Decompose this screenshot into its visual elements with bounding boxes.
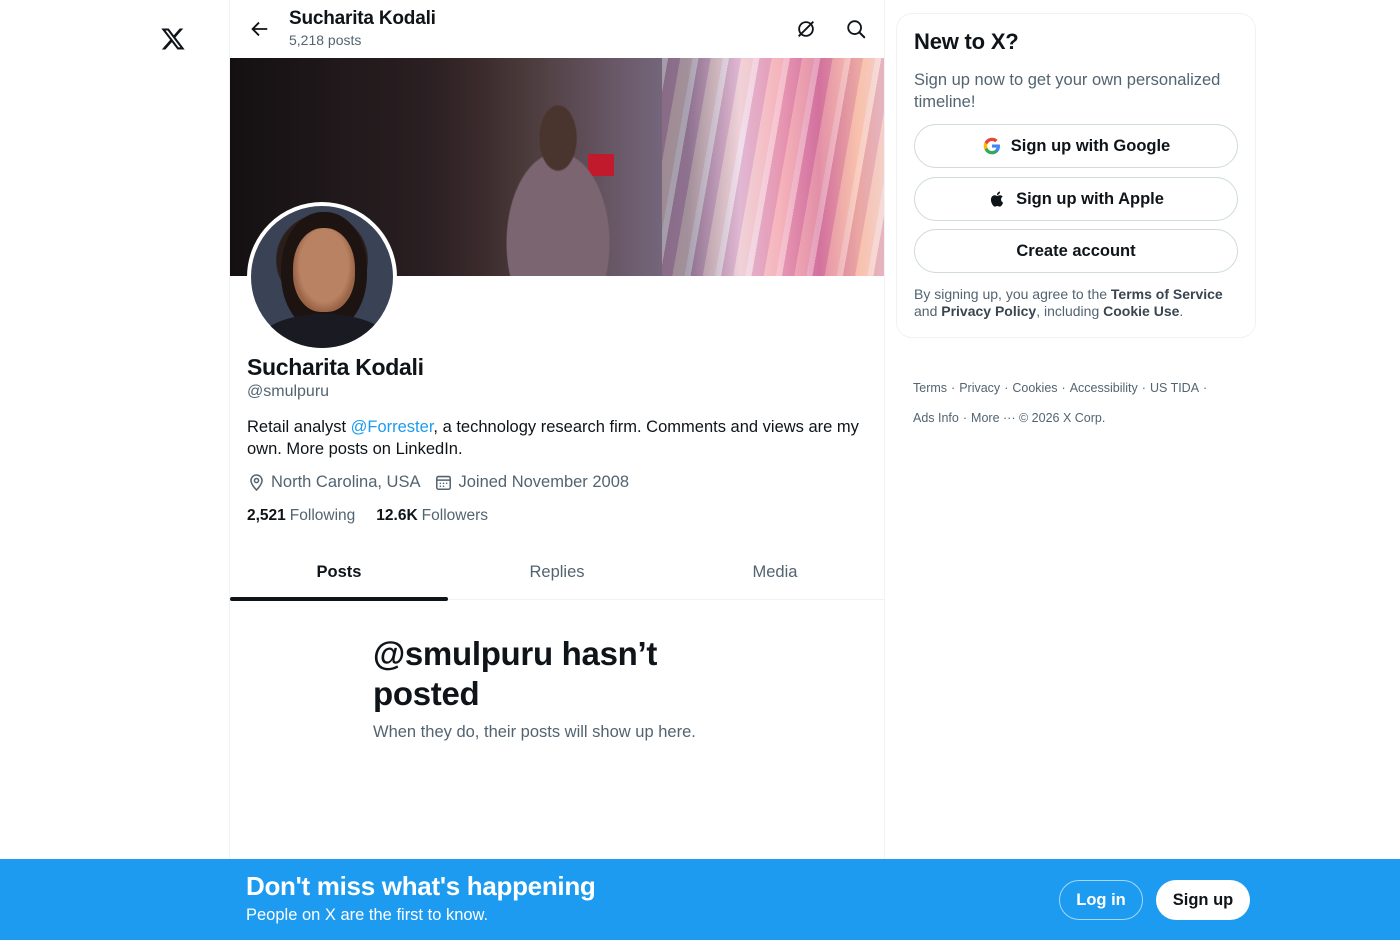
profile-joined: Joined November 2008 [434, 473, 629, 492]
followers-label: Followers [421, 507, 488, 524]
signup-terms: By signing up, you agree to the Terms of… [914, 286, 1244, 320]
avatar-face [293, 228, 355, 312]
back-button[interactable] [244, 14, 274, 44]
apple-icon [990, 191, 1004, 207]
avatar-body [257, 314, 391, 348]
apple-button-label: Sign up with Apple [1016, 189, 1164, 208]
profile-location: North Carolina, USA [247, 473, 420, 492]
location-text: North Carolina, USA [271, 473, 421, 491]
footer-row: Terms · Privacy · Cookies · Accessibility · US T… [913, 381, 1208, 395]
tab-label: Posts [316, 562, 362, 581]
footer-links: Terms · Privacy · Cookies · Accessibility · US T… [913, 373, 1243, 433]
profile-column: Sucharita Kodali 5,218 posts Sucharita K… [229, 0, 885, 940]
signup-card-subtitle: Sign up now to get your own personalized… [914, 71, 1221, 111]
signup-card-title: New to X? [914, 29, 1019, 54]
privacy-policy-link[interactable]: Privacy Policy [941, 303, 1036, 319]
cookie-use-link[interactable]: Cookie Use [1103, 303, 1179, 319]
header-name: Sucharita Kodali [289, 8, 436, 29]
banner-speaker [478, 103, 638, 276]
bio-text-start: Retail analyst [247, 418, 351, 436]
login-button[interactable]: Log in [1059, 880, 1143, 920]
following-label: Following [289, 507, 356, 524]
profile-handle: @smulpuru [247, 383, 330, 400]
footer-copyright: © 2026 X Corp. [1018, 411, 1106, 425]
create-account-button[interactable]: Create account [914, 229, 1238, 273]
following-link[interactable]: 2,521 Following [247, 507, 355, 525]
banner-screen [662, 58, 884, 276]
empty-state-title: @smulpuru hasn’t posted [373, 635, 658, 712]
location-pin-icon [250, 474, 263, 492]
tab-posts[interactable]: Posts [230, 544, 448, 601]
left-nav [0, 0, 229, 940]
footer-terms-link[interactable]: Terms [913, 381, 947, 395]
footer-cookies-link[interactable]: Cookies [1012, 381, 1057, 395]
bottom-bar-subtitle: People on X are the first to know. [246, 906, 489, 924]
following-count: 2,521 [247, 507, 286, 524]
footer-privacy-link[interactable]: Privacy [959, 381, 1000, 395]
bio-mention-link[interactable]: @Forrester [351, 418, 434, 436]
footer-row: Ads Info · More ··· © 2026 X Corp. [913, 411, 1106, 425]
page: Sucharita Kodali 5,218 posts Sucharita K… [0, 0, 1400, 940]
active-tab-indicator [230, 597, 448, 601]
profile-bio: Retail analyst @Forrester, a technology … [247, 416, 872, 460]
terms-text: By signing up, you agree to the [914, 286, 1111, 302]
signup-google-button[interactable]: Sign up with Google [914, 124, 1238, 168]
terms-text: , including [1036, 303, 1104, 319]
bottom-signup-bar: Don't miss what's happening People on X … [0, 859, 1400, 940]
profile-tabs: Posts Replies Media [230, 544, 884, 601]
terms-text: and [914, 303, 942, 319]
x-logo-icon[interactable] [158, 24, 188, 54]
signup-button[interactable]: Sign up [1156, 880, 1250, 920]
search-icon[interactable] [841, 14, 871, 44]
footer-more-button[interactable]: More ··· [971, 411, 1015, 425]
create-account-label: Create account [1016, 241, 1136, 260]
google-button-label: Sign up with Google [1010, 136, 1171, 155]
header-post-count: 5,218 posts [289, 32, 362, 48]
bottom-bar-title: Don't miss what's happening [246, 871, 596, 901]
terms-text: . [1179, 303, 1184, 319]
footer-ustida-link[interactable]: US TIDA [1150, 381, 1199, 395]
tab-label: Media [752, 562, 798, 581]
followers-count: 12.6K [376, 507, 418, 524]
footer-ads-info-link[interactable]: Ads Info [913, 411, 959, 425]
profile-name: Sucharita Kodali [247, 354, 424, 380]
calendar-icon [436, 475, 452, 490]
empty-state-subtitle: When they do, their posts will show up h… [373, 723, 696, 741]
avatar[interactable] [247, 202, 397, 352]
joined-text: Joined November 2008 [458, 473, 630, 491]
profile-header-bar: Sucharita Kodali 5,218 posts [230, 0, 884, 58]
tab-media[interactable]: Media [666, 544, 884, 600]
google-icon [983, 137, 1000, 155]
arrow-left-icon [251, 21, 268, 37]
terms-of-service-link[interactable]: Terms of Service [1111, 286, 1223, 302]
follow-stats: 2,521 Following 12.6K Followers [247, 507, 509, 525]
tab-replies[interactable]: Replies [448, 544, 666, 600]
signup-apple-button[interactable]: Sign up with Apple [914, 177, 1238, 221]
footer-accessibility-link[interactable]: Accessibility [1070, 381, 1138, 395]
tab-label: Replies [529, 562, 585, 581]
followers-link[interactable]: 12.6K Followers [376, 507, 488, 525]
eye-slash-icon[interactable] [791, 14, 821, 44]
signup-card: New to X? Sign up now to get your own pe… [896, 13, 1256, 338]
profile-meta: North Carolina, USA Joined November 2008 [247, 473, 643, 492]
